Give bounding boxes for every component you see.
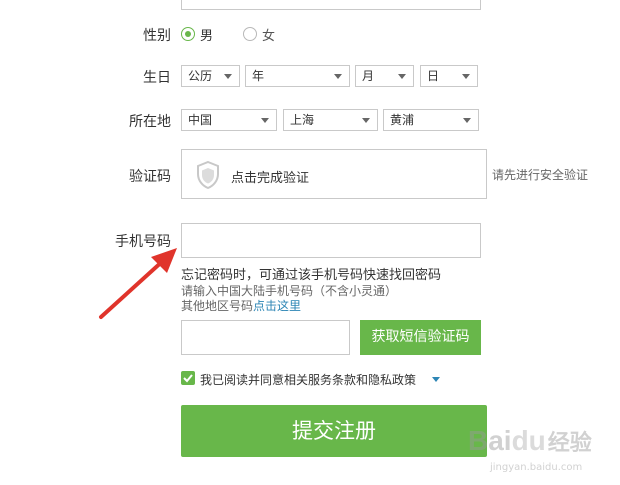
country-select[interactable]: 中国 (181, 109, 277, 131)
other-region-link[interactable]: 点击这里 (253, 299, 301, 313)
baidu-brand: Bai (468, 425, 512, 456)
get-sms-code-button[interactable]: 获取短信验证码 (360, 320, 481, 355)
agreement-text[interactable]: 我已阅读并同意相关服务条款和隐私政策 (200, 371, 416, 388)
phone-input[interactable] (181, 223, 481, 258)
shield-icon (197, 161, 219, 189)
chevron-down-icon (334, 74, 342, 79)
year-value: 年 (252, 69, 265, 83)
captcha-widget[interactable]: 点击完成验证 (181, 149, 487, 199)
chevron-down-icon (462, 74, 470, 79)
district-value: 黄浦 (390, 113, 415, 127)
baidu-watermark: Baidu经验 jingyan.baidu.com (468, 425, 618, 480)
check-icon (183, 374, 193, 383)
captcha-label: 验证码 (129, 169, 171, 185)
sms-code-input[interactable] (181, 320, 350, 355)
district-select[interactable]: 黄浦 (383, 109, 479, 131)
agreement-dropdown-icon[interactable] (432, 377, 440, 382)
location-label: 所在地 (129, 114, 171, 130)
birthday-label: 生日 (143, 70, 171, 86)
gender-label: 性别 (143, 28, 171, 44)
baidu-suffix: 经验 (547, 430, 592, 455)
gender-female-label: 女 (262, 29, 276, 44)
calendar-select[interactable]: 公历 (181, 65, 240, 87)
chevron-down-icon (362, 118, 370, 123)
paw-icon: du (511, 425, 546, 456)
chevron-down-icon (261, 118, 269, 123)
baidu-url: jingyan.baidu.com (490, 462, 583, 473)
month-select[interactable]: 月 (355, 65, 414, 87)
gender-male-label: 男 (200, 29, 214, 44)
chevron-down-icon (224, 74, 232, 79)
day-select[interactable]: 日 (420, 65, 478, 87)
captcha-side-hint: 请先进行安全验证 (492, 168, 589, 182)
captcha-widget-text: 点击完成验证 (231, 171, 310, 186)
province-value: 上海 (290, 113, 315, 127)
top-input-remnant[interactable] (181, 0, 481, 10)
month-value: 月 (362, 69, 375, 83)
calendar-value: 公历 (188, 69, 213, 83)
agreement-checkbox[interactable] (181, 371, 195, 385)
day-value: 日 (427, 69, 440, 83)
chevron-down-icon (398, 74, 406, 79)
annotation-arrow (99, 248, 177, 319)
submit-register-button[interactable]: 提交注册 (181, 405, 487, 457)
gender-female-radio[interactable] (243, 27, 257, 41)
country-value: 中国 (188, 113, 213, 127)
year-select[interactable]: 年 (245, 65, 350, 87)
other-region-line: 其他地区号码点击这里 (181, 297, 301, 314)
phone-hint-main: 忘记密码时，可通过该手机号码快速找回密码 (181, 268, 442, 283)
gender-male-radio[interactable] (181, 27, 195, 41)
chevron-down-icon (463, 118, 471, 123)
baidu-logo-text: Baidu经验 (468, 425, 592, 457)
province-select[interactable]: 上海 (283, 109, 378, 131)
